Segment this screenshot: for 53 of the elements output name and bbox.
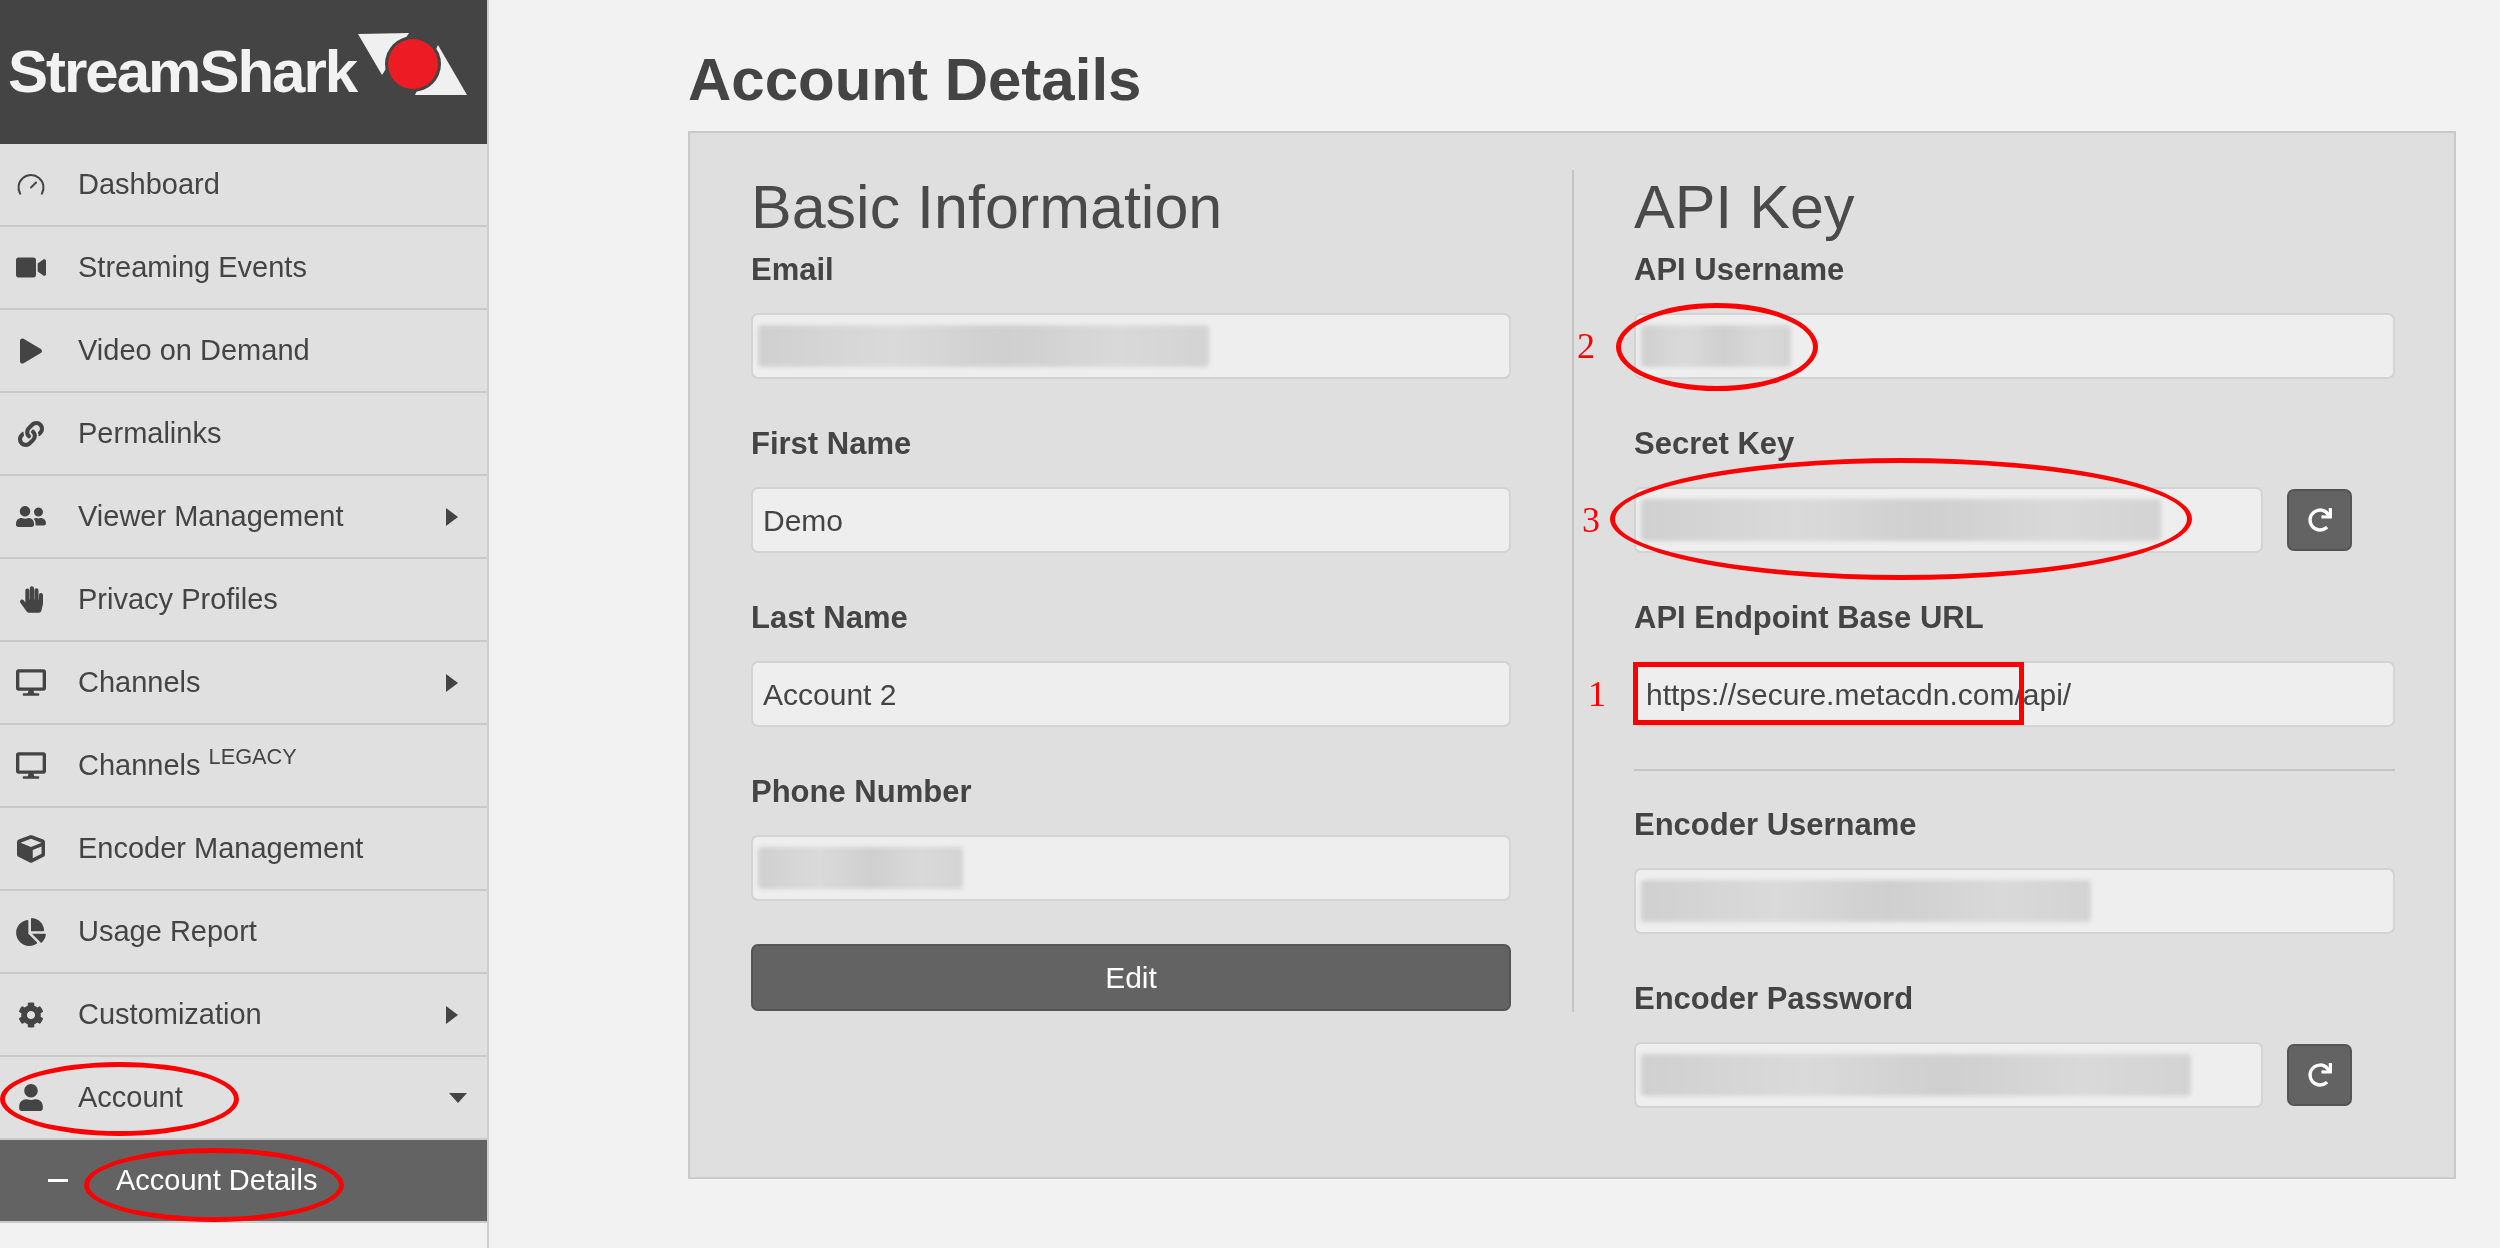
sidebar-item[interactable]: Privacy Profiles [0, 559, 487, 642]
regenerate-button[interactable] [2287, 1044, 2352, 1106]
annotation-number: 3 [1582, 502, 1600, 538]
text-field[interactable] [1634, 487, 2263, 553]
refresh-icon [2307, 1063, 2332, 1087]
link-icon [18, 420, 44, 447]
text-field[interactable] [751, 835, 1511, 901]
page-title: Account Details [688, 50, 1143, 110]
sidebar-item[interactable]: Account [0, 1057, 487, 1140]
text-field[interactable]: Account 2 [751, 661, 1511, 727]
pie-chart-icon [16, 917, 46, 946]
monitor-icon [16, 752, 46, 779]
cube-icon [17, 834, 45, 863]
section-heading: Basic Information [751, 177, 1224, 238]
sidebar-item[interactable]: Channels [0, 642, 487, 725]
users-icon [16, 504, 46, 529]
field-label: API Endpoint Base URL [1634, 599, 1985, 637]
field-label: API Username [1634, 251, 1846, 289]
monitor-icon [16, 669, 46, 696]
field-label: First Name [751, 425, 913, 463]
gear-icon [18, 1001, 44, 1028]
regenerate-button[interactable] [2287, 489, 2352, 551]
sidebar-item[interactable]: Customization [0, 974, 487, 1057]
sidebar-item[interactable]: Streaming Events [0, 227, 487, 310]
field-label: Encoder Username [1634, 806, 1918, 844]
text-field[interactable] [1634, 868, 2395, 934]
logo-icon [358, 33, 469, 96]
text-field[interactable] [1634, 313, 2395, 379]
text-field[interactable] [1634, 1042, 2263, 1108]
dash-icon [48, 1179, 68, 1182]
field-label: Phone Number [751, 773, 973, 811]
field-label: Secret Key [1634, 425, 1796, 463]
refresh-icon [2307, 508, 2332, 532]
logo-text: StreamShark [8, 42, 357, 102]
sidebar-item[interactable]: Permalinks [0, 393, 487, 476]
annotation-number: 1 [1588, 676, 1606, 712]
sidebar-subitem[interactable]: Account Details [0, 1140, 487, 1223]
sidebar-item[interactable]: Usage Report [0, 891, 487, 974]
field-label: Last Name [751, 599, 909, 637]
sidebar-item[interactable]: Video on Demand [0, 310, 487, 393]
field-label: Encoder Password [1634, 980, 1915, 1018]
play-icon [20, 337, 42, 364]
annotation-number: 2 [1577, 328, 1595, 364]
user-icon [19, 1084, 43, 1111]
hand-icon [19, 586, 43, 613]
edit-button[interactable]: Edit [751, 944, 1511, 1011]
sidebar-item[interactable]: Channels $^{LEGACY}$ [0, 725, 487, 808]
sidebar-item[interactable]: Dashboard [0, 144, 487, 227]
text-field[interactable] [751, 313, 1511, 379]
sidebar-item[interactable]: Encoder Management [0, 808, 487, 891]
field-label: Email [751, 251, 835, 289]
sidebar-item[interactable]: Viewer Management [0, 476, 487, 559]
text-field[interactable]: Demo [751, 487, 1511, 553]
